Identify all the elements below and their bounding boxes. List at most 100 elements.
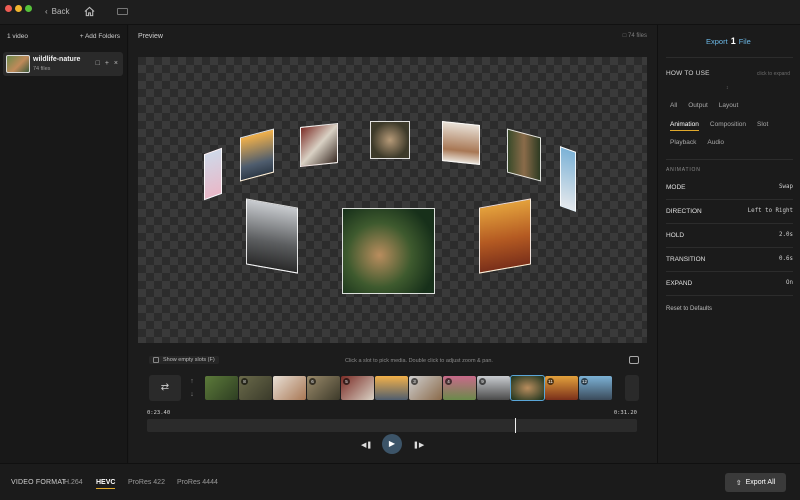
prop-value[interactable]: Left to Right: [748, 208, 793, 214]
skip-forward-icon[interactable]: ❚▶: [413, 441, 424, 449]
show-empty-slots-toggle[interactable]: Show empty slots (F): [149, 356, 219, 364]
folder-name: wildlife-nature: [33, 56, 81, 63]
filmstrip: ⇄ ↑ ↓ 8 6 5 3 4 9 11 12: [149, 375, 639, 401]
slot-hint-text: Click a slot to pick media. Double click…: [345, 358, 493, 364]
tab-all[interactable]: All: [670, 102, 677, 109]
tab-output[interactable]: Output: [688, 102, 708, 109]
export-all-button[interactable]: ⇧ Export All: [725, 473, 786, 492]
how-to-use-hint: click to expand: [756, 71, 790, 77]
folder-thumbnail: [6, 55, 30, 73]
shuffle-icon: ⇄: [160, 382, 170, 393]
arrow-up-icon[interactable]: ↑: [185, 375, 199, 388]
slot-thumbnail[interactable]: 12: [579, 376, 612, 400]
play-button[interactable]: ▶: [382, 434, 402, 454]
home-icon[interactable]: [84, 6, 95, 17]
tab-audio[interactable]: Audio: [707, 139, 724, 146]
slot-thumbnail[interactable]: 8: [239, 376, 272, 400]
sidebar-item-wildlife-nature[interactable]: wildlife-nature 74 files □ + ×: [3, 52, 123, 76]
play-icon: ▶: [388, 439, 396, 448]
time-current: 0:23.40: [147, 410, 171, 416]
timeline-scrubber[interactable]: [147, 418, 637, 433]
preview-photo[interactable]: [479, 198, 531, 274]
more-slots-button[interactable]: [625, 375, 639, 401]
playhead[interactable]: [514, 418, 516, 433]
format-option-hevc[interactable]: HEVC: [96, 479, 116, 489]
add-icon[interactable]: +: [105, 60, 109, 67]
reorder-buttons: ↑ ↓: [185, 375, 199, 401]
arrow-down-icon[interactable]: ↓: [185, 388, 199, 401]
slot-thumbnail[interactable]: 5: [341, 376, 374, 400]
preview-title: Preview: [138, 33, 163, 40]
preview-photo[interactable]: [507, 128, 541, 182]
prop-row-transition[interactable]: TRANSITION 0.6s: [666, 248, 793, 272]
slot-thumbnail[interactable]: 11: [545, 376, 578, 400]
slot-thumbnail[interactable]: [510, 375, 545, 401]
slot-thumbnail[interactable]: 4: [443, 376, 476, 400]
tab-animation[interactable]: Animation: [670, 121, 699, 131]
slot-thumbnail[interactable]: [273, 376, 306, 400]
slot-thumbnail[interactable]: [375, 376, 408, 400]
time-total: 0:31.20: [613, 410, 637, 416]
slot-thumbnail[interactable]: [205, 376, 238, 400]
slot-number-badge: 3: [411, 378, 418, 385]
back-label: Back: [51, 7, 70, 16]
slot-number-badge: 12: [581, 378, 588, 385]
shuffle-button[interactable]: ⇄: [149, 375, 181, 401]
add-folders-button[interactable]: + Add Folders: [80, 33, 120, 40]
preview-photo[interactable]: [240, 128, 274, 182]
preview-photo[interactable]: [370, 121, 410, 159]
slot-thumbnail[interactable]: 9: [477, 376, 510, 400]
section-label-animation: ANIMATION: [666, 167, 701, 173]
folder-icon[interactable]: □: [96, 60, 100, 67]
tab-layout[interactable]: Layout: [719, 102, 739, 109]
prop-key: HOLD: [666, 232, 685, 239]
format-option-prores-4444[interactable]: ProRes 4444: [177, 479, 218, 486]
how-to-use-header[interactable]: HOW TO USE: [666, 70, 710, 77]
tab-playback[interactable]: Playback: [670, 139, 696, 146]
divider: [666, 159, 793, 160]
zoom-window-button[interactable]: [25, 5, 32, 12]
export-title: Export 1 File: [706, 36, 751, 46]
preview-area: Preview □ 74 files Show empty slots (F) …: [129, 25, 657, 463]
sidebar: 1 video + Add Folders wildlife-nature 74…: [0, 25, 128, 463]
prop-row-mode[interactable]: MODE Swap: [666, 176, 793, 200]
preview-photo[interactable]: [204, 147, 222, 201]
format-option-h-264[interactable]: H.264: [64, 479, 83, 486]
preview-photo-center[interactable]: [342, 208, 435, 294]
tab-composition[interactable]: Composition: [710, 121, 746, 131]
checkbox[interactable]: [153, 357, 159, 363]
prop-value[interactable]: On: [786, 280, 793, 286]
prop-row-hold[interactable]: HOLD 2.0s: [666, 224, 793, 248]
remove-icon[interactable]: ×: [114, 60, 118, 67]
slot-thumbnails: 8 6 5 3 4 9 11 12: [205, 375, 612, 401]
keyboard-icon[interactable]: [117, 8, 128, 15]
prop-value[interactable]: 2.0s: [779, 232, 793, 238]
settings-panel: Export 1 File HOW TO USE click to expand ↕…: [657, 25, 800, 463]
minimize-window-button[interactable]: [15, 5, 22, 12]
camera-icon[interactable]: [629, 356, 639, 364]
back-button[interactable]: ‹ Back: [45, 7, 69, 16]
preview-file-count: □ 74 files: [622, 33, 647, 39]
tab-row-3: Playback Audio: [670, 139, 724, 146]
tab-slot[interactable]: Slot: [757, 121, 768, 131]
prop-value[interactable]: 0.6s: [779, 256, 793, 262]
preview-photo[interactable]: [246, 198, 298, 274]
expand-handle-icon[interactable]: ↕: [726, 85, 729, 91]
preview-photo[interactable]: [560, 146, 576, 212]
slot-number-badge: 9: [479, 378, 486, 385]
reset-defaults-button[interactable]: Reset to Defaults: [666, 306, 712, 312]
slot-number-badge: 4: [445, 378, 452, 385]
tab-row-2: Animation Composition Slot: [670, 121, 768, 131]
prop-value[interactable]: Swap: [779, 184, 793, 190]
preview-canvas[interactable]: [138, 57, 647, 343]
prop-row-expand[interactable]: EXPAND On: [666, 272, 793, 296]
format-option-prores-422[interactable]: ProRes 422: [128, 479, 165, 486]
prop-row-direction[interactable]: DIRECTION Left to Right: [666, 200, 793, 224]
skip-back-icon[interactable]: ◀❚: [361, 441, 372, 449]
preview-photo[interactable]: [442, 121, 480, 165]
slot-thumbnail[interactable]: 6: [307, 376, 340, 400]
divider: [666, 57, 793, 58]
slot-thumbnail[interactable]: 3: [409, 376, 442, 400]
preview-photo[interactable]: [300, 123, 338, 167]
close-window-button[interactable]: [5, 5, 12, 12]
